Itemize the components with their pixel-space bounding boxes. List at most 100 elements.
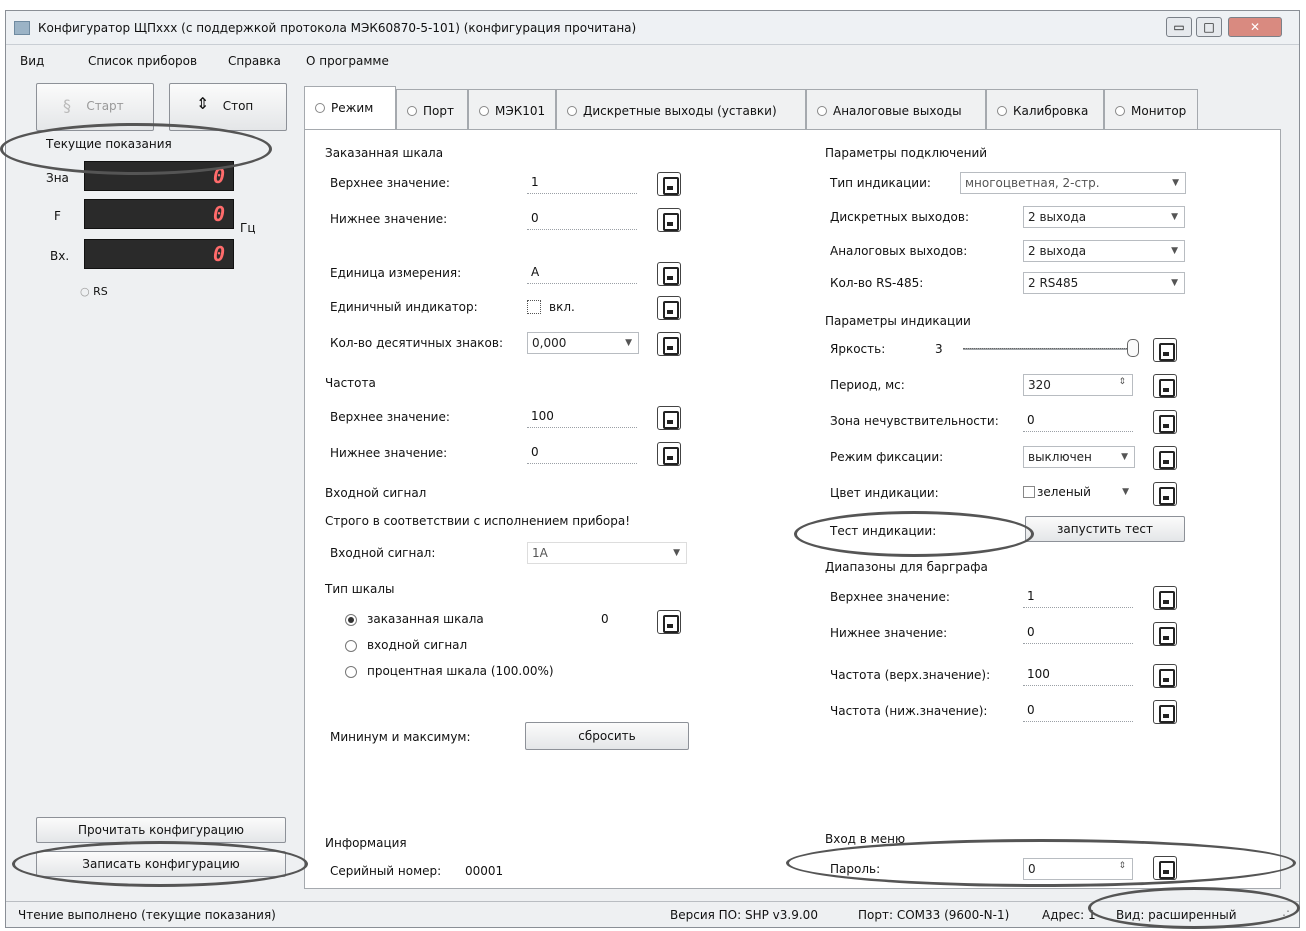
save-icon[interactable] bbox=[1153, 410, 1177, 434]
mode-panel: Заказанная шкала Верхнее значение: 1 Ниж… bbox=[304, 129, 1281, 889]
rs-led-icon: ○ bbox=[80, 285, 94, 298]
save-icon[interactable] bbox=[1153, 586, 1177, 610]
maximize-button[interactable]: □ bbox=[1196, 17, 1222, 37]
save-icon[interactable] bbox=[657, 442, 681, 466]
bargraph-freq-upper-label: Частота (верх.значение): bbox=[830, 668, 991, 682]
decimals-select[interactable]: 0,000 ▼ bbox=[527, 332, 639, 354]
save-icon[interactable] bbox=[1153, 856, 1177, 880]
radio-icon bbox=[817, 106, 827, 116]
save-icon[interactable] bbox=[657, 406, 681, 430]
minmax-label: Мининум и максимум: bbox=[330, 730, 471, 744]
unit-label: Единица измерения: bbox=[330, 266, 462, 280]
test-indication-label: Тест индикации: bbox=[830, 524, 937, 538]
start-button[interactable]: § Старт bbox=[36, 83, 154, 131]
status-version: Версия ПО: SHP v3.9.00 bbox=[670, 908, 818, 922]
brightness-value: 3 bbox=[935, 342, 943, 356]
bargraph-freq-upper-input[interactable]: 100 bbox=[1023, 664, 1133, 686]
bargraph-upper-input[interactable]: 1 bbox=[1023, 586, 1133, 608]
read-config-button[interactable]: Прочитать конфигурацию bbox=[36, 817, 286, 843]
single-indicator-label: Единичный индикатор: bbox=[330, 300, 478, 314]
dead-zone-input[interactable]: 0 bbox=[1023, 410, 1133, 432]
input-signal-select[interactable]: 1A ▼ bbox=[527, 542, 687, 564]
tab-mode[interactable]: Режим bbox=[304, 86, 396, 130]
scale-type-percent-radio[interactable] bbox=[345, 666, 357, 678]
tab-monitor[interactable]: Монитор bbox=[1104, 89, 1198, 129]
save-icon[interactable] bbox=[657, 610, 681, 634]
freq-upper-input[interactable]: 100 bbox=[527, 406, 637, 428]
indication-type-select[interactable]: многоцветная, 2-стр. ▼ bbox=[960, 172, 1186, 194]
save-icon[interactable] bbox=[1153, 446, 1177, 470]
chevron-down-icon: ▼ bbox=[673, 548, 680, 558]
radio-icon bbox=[407, 106, 417, 116]
decimals-label: Кол-во десятичных знаков: bbox=[330, 336, 503, 350]
write-config-button[interactable]: Записать конфигурацию bbox=[36, 851, 286, 877]
analog-outputs-label: Аналоговых выходов: bbox=[830, 244, 968, 258]
scale-type-input-radio[interactable] bbox=[345, 640, 357, 652]
tab-iec101[interactable]: МЭК101 bbox=[468, 89, 556, 129]
save-icon[interactable] bbox=[1153, 700, 1177, 724]
scale-type-ordered-radio[interactable] bbox=[345, 614, 357, 626]
save-icon[interactable] bbox=[657, 296, 681, 320]
resize-grip-icon[interactable]: ⋰ bbox=[1278, 908, 1290, 922]
reading-label-f: F bbox=[54, 209, 61, 223]
scale-type-value: 0 bbox=[601, 612, 609, 626]
save-icon[interactable] bbox=[657, 262, 681, 286]
lower-value-input[interactable]: 0 bbox=[527, 208, 637, 230]
bargraph-lower-input[interactable]: 0 bbox=[1023, 622, 1133, 644]
readings-title: Текущие показания bbox=[46, 137, 172, 151]
status-address: Адрес: 1 bbox=[1042, 908, 1096, 922]
single-indicator-checkbox[interactable] bbox=[527, 300, 541, 314]
bargraph-freq-lower-input[interactable]: 0 bbox=[1023, 700, 1133, 722]
reading-label-value: Зна bbox=[46, 171, 69, 185]
connection-section-title: Параметры подключений bbox=[825, 146, 988, 160]
period-spinbox[interactable]: 320 ⇕ bbox=[1023, 374, 1133, 396]
run-test-button[interactable]: запустить тест bbox=[1025, 516, 1185, 542]
minimize-button[interactable]: ▭ bbox=[1166, 17, 1192, 37]
chevron-down-icon: ▼ bbox=[1171, 212, 1178, 222]
tab-analog-outputs[interactable]: Аналоговые выходы bbox=[806, 89, 986, 129]
brightness-slider-thumb[interactable] bbox=[1127, 339, 1139, 357]
discrete-outputs-select[interactable]: 2 выхода ▼ bbox=[1023, 206, 1185, 228]
reading-label-input: Вх. bbox=[50, 249, 70, 263]
stop-icon: ⇕ bbox=[196, 94, 210, 113]
save-icon[interactable] bbox=[1153, 374, 1177, 398]
stop-button[interactable]: ⇕ Стоп bbox=[169, 83, 287, 131]
tab-port[interactable]: Порт bbox=[396, 89, 468, 129]
menu-about[interactable]: О программе bbox=[306, 54, 389, 68]
menu-view[interactable]: Вид bbox=[20, 54, 44, 68]
tab-calibration[interactable]: Калибровка bbox=[986, 89, 1104, 129]
menu-devices[interactable]: Список приборов bbox=[88, 54, 197, 68]
rs-indicator: ○ RS bbox=[80, 285, 108, 298]
reset-button[interactable]: сбросить bbox=[525, 722, 689, 750]
close-button[interactable]: ✕ bbox=[1228, 17, 1282, 37]
analog-outputs-select[interactable]: 2 выхода ▼ bbox=[1023, 240, 1185, 262]
bargraph-section-title: Диапазоны для барграфа bbox=[825, 560, 988, 574]
color-select[interactable]: зеленый ▼ bbox=[1023, 482, 1135, 504]
radio-icon bbox=[479, 106, 489, 116]
upper-value-input[interactable]: 1 bbox=[527, 172, 637, 194]
save-icon[interactable] bbox=[657, 208, 681, 232]
radio-icon bbox=[1115, 106, 1125, 116]
menu-help[interactable]: Справка bbox=[228, 54, 281, 68]
unit-input[interactable]: A bbox=[527, 262, 637, 284]
tab-discrete-outputs[interactable]: Дискретные выходы (уставки) bbox=[556, 89, 806, 129]
menu-bar: Вид Список приборов Справка О программе bbox=[6, 49, 1299, 73]
fix-mode-select[interactable]: выключен ▼ bbox=[1023, 446, 1135, 468]
input-display: 0 bbox=[84, 239, 234, 269]
save-icon[interactable] bbox=[1153, 664, 1177, 688]
freq-lower-input[interactable]: 0 bbox=[527, 442, 637, 464]
save-icon[interactable] bbox=[657, 172, 681, 196]
period-label: Период, мс: bbox=[830, 378, 905, 392]
save-icon[interactable] bbox=[657, 332, 681, 356]
radio-icon bbox=[315, 103, 325, 113]
save-icon[interactable] bbox=[1153, 622, 1177, 646]
save-icon[interactable] bbox=[1153, 338, 1177, 362]
bargraph-lower-label: Нижнее значение: bbox=[830, 626, 948, 640]
window-title: Конфигуратор ЩПxxx (с поддержкой протоко… bbox=[38, 21, 637, 35]
rs485-count-select[interactable]: 2 RS485 ▼ bbox=[1023, 272, 1185, 294]
save-icon[interactable] bbox=[1153, 482, 1177, 506]
spin-arrows-icon[interactable]: ⇕ bbox=[1118, 861, 1126, 871]
brightness-slider[interactable] bbox=[963, 348, 1133, 350]
spin-arrows-icon[interactable]: ⇕ bbox=[1118, 377, 1126, 387]
password-spinbox[interactable]: 0 ⇕ bbox=[1023, 858, 1133, 880]
